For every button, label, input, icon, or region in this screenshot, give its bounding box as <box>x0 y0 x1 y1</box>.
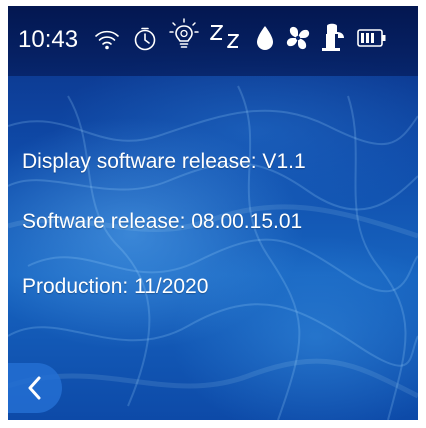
battery-icon <box>357 29 386 47</box>
back-button[interactable] <box>8 363 62 413</box>
fountain-icon[interactable] <box>318 22 346 52</box>
fan-icon[interactable] <box>284 24 312 52</box>
sleep-icon[interactable] <box>208 22 244 52</box>
clock-time: 10:43 <box>18 26 79 53</box>
software-release: Software release: 08.00.15.01 <box>22 210 303 233</box>
light-bulb-icon[interactable] <box>168 18 200 52</box>
chevron-left-icon <box>28 376 41 400</box>
display-software-release: Display software release: V1.1 <box>22 150 306 173</box>
production-date: Production: 11/2020 <box>22 275 209 298</box>
timer-icon[interactable] <box>132 26 158 52</box>
water-drop-icon[interactable] <box>254 24 276 52</box>
status-bar: 10:43 <box>8 6 418 76</box>
wifi-icon[interactable] <box>94 26 120 52</box>
device-screen: 10:43 Display software release: V1.1 Sof… <box>8 6 418 420</box>
